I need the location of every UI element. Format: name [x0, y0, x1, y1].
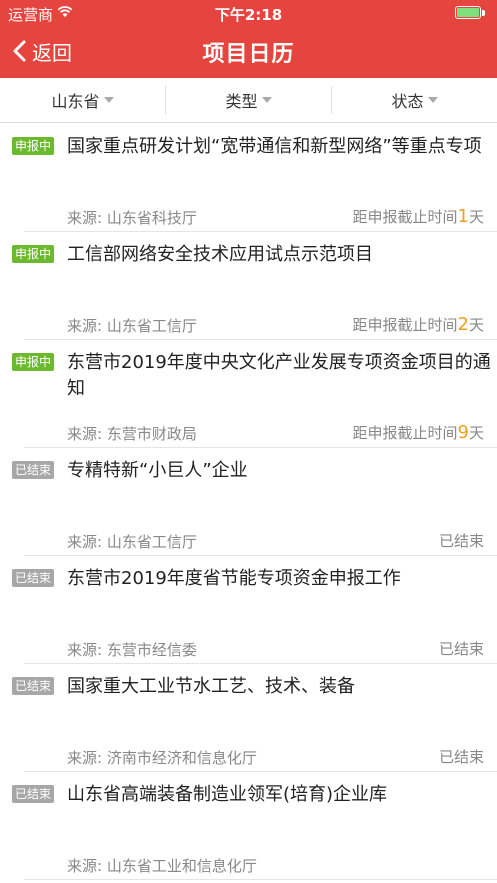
- list-item[interactable]: 申报中 东营市2019年度中央文化产业发展专项资金项目的通知 来源: 东营市财政…: [12, 340, 497, 448]
- item-title: 山东省高端装备制造业领军(培育)企业库: [67, 784, 388, 805]
- header: 运营商 下午2:18 返回 项目日历: [0, 0, 497, 78]
- status-bar: 运营商 下午2:18: [0, 0, 497, 26]
- list-item[interactable]: 已结束 国家重大工业节水工艺、技术、装备 来源: 济南市经济和信息化厅 已结束: [12, 664, 497, 772]
- item-title: 东营市2019年度省节能专项资金申报工作: [67, 568, 401, 589]
- item-source: 来源: 东营市经信委: [67, 641, 197, 659]
- filter-label: 状态: [391, 92, 424, 111]
- status-badge: 申报中: [12, 245, 55, 263]
- page-title: 项目日历: [202, 42, 295, 67]
- filter-province[interactable]: 山东省: [0, 86, 166, 114]
- item-status: 已结束: [438, 748, 484, 766]
- item-source: 来源: 济南市经济和信息化厅: [67, 749, 257, 767]
- clock: 下午2:18: [214, 6, 283, 24]
- project-list: 申报中 国家重点研发计划“宽带通信和新型网络”等重点专项 来源: 山东省科技厅 …: [0, 124, 497, 880]
- item-source: 来源: 山东省工信厅: [67, 533, 197, 551]
- item-title: 东营市2019年度中央文化产业发展专项资金项目的通知: [67, 352, 491, 399]
- list-item[interactable]: 已结束 东营市2019年度省节能专项资金申报工作 来源: 东营市经信委 已结束: [12, 556, 497, 664]
- status-badge: 已结束: [12, 677, 55, 695]
- filter-status[interactable]: 状态: [332, 86, 497, 114]
- navigation-bar: 返回 项目日历: [0, 26, 497, 78]
- item-title: 国家重大工业节水工艺、技术、装备: [67, 676, 355, 697]
- filter-bar: 山东省 类型 状态: [0, 78, 497, 123]
- list-item[interactable]: 申报中 国家重点研发计划“宽带通信和新型网络”等重点专项 来源: 山东省科技厅 …: [12, 124, 497, 232]
- item-status: 已结束: [438, 532, 484, 550]
- status-badge: 申报中: [12, 353, 55, 371]
- item-title: 工信部网络安全技术应用试点示范项目: [67, 244, 373, 265]
- item-source: 来源: 东营市财政局: [67, 425, 197, 443]
- filter-type[interactable]: 类型: [166, 86, 332, 114]
- filter-label: 山东省: [51, 92, 100, 111]
- item-source: 来源: 山东省科技厅: [67, 209, 197, 227]
- list-item[interactable]: 申报中 工信部网络安全技术应用试点示范项目 来源: 山东省工信厅 距申报截止时间…: [12, 232, 497, 340]
- item-deadline: 距申报截止时间2天: [352, 314, 484, 335]
- list-item[interactable]: 已结束 专精特新“小巨人”企业 来源: 山东省工信厅 已结束: [12, 448, 497, 556]
- item-title: 专精特新“小巨人”企业: [67, 460, 248, 481]
- filter-label: 类型: [225, 92, 258, 111]
- item-status: 已结束: [438, 640, 484, 658]
- status-badge: 已结束: [12, 785, 55, 803]
- item-source: 来源: 山东省工信厅: [67, 317, 197, 335]
- item-source: 来源: 山东省工业和信息化厅: [67, 857, 257, 875]
- dropdown-arrow-icon: [261, 97, 272, 103]
- status-badge: 已结束: [12, 461, 55, 479]
- item-title: 国家重点研发计划“宽带通信和新型网络”等重点专项: [67, 136, 482, 157]
- dropdown-arrow-icon: [103, 97, 114, 103]
- list-item[interactable]: 已结束 山东省高端装备制造业领军(培育)企业库 来源: 山东省工业和信息化厅: [12, 772, 497, 880]
- dropdown-arrow-icon: [427, 97, 438, 103]
- item-deadline: 距申报截止时间9天: [352, 422, 484, 443]
- status-badge: 申报中: [12, 137, 55, 155]
- battery-icon: [455, 6, 485, 19]
- item-deadline: 距申报截止时间1天: [352, 206, 484, 227]
- status-badge: 已结束: [12, 569, 55, 587]
